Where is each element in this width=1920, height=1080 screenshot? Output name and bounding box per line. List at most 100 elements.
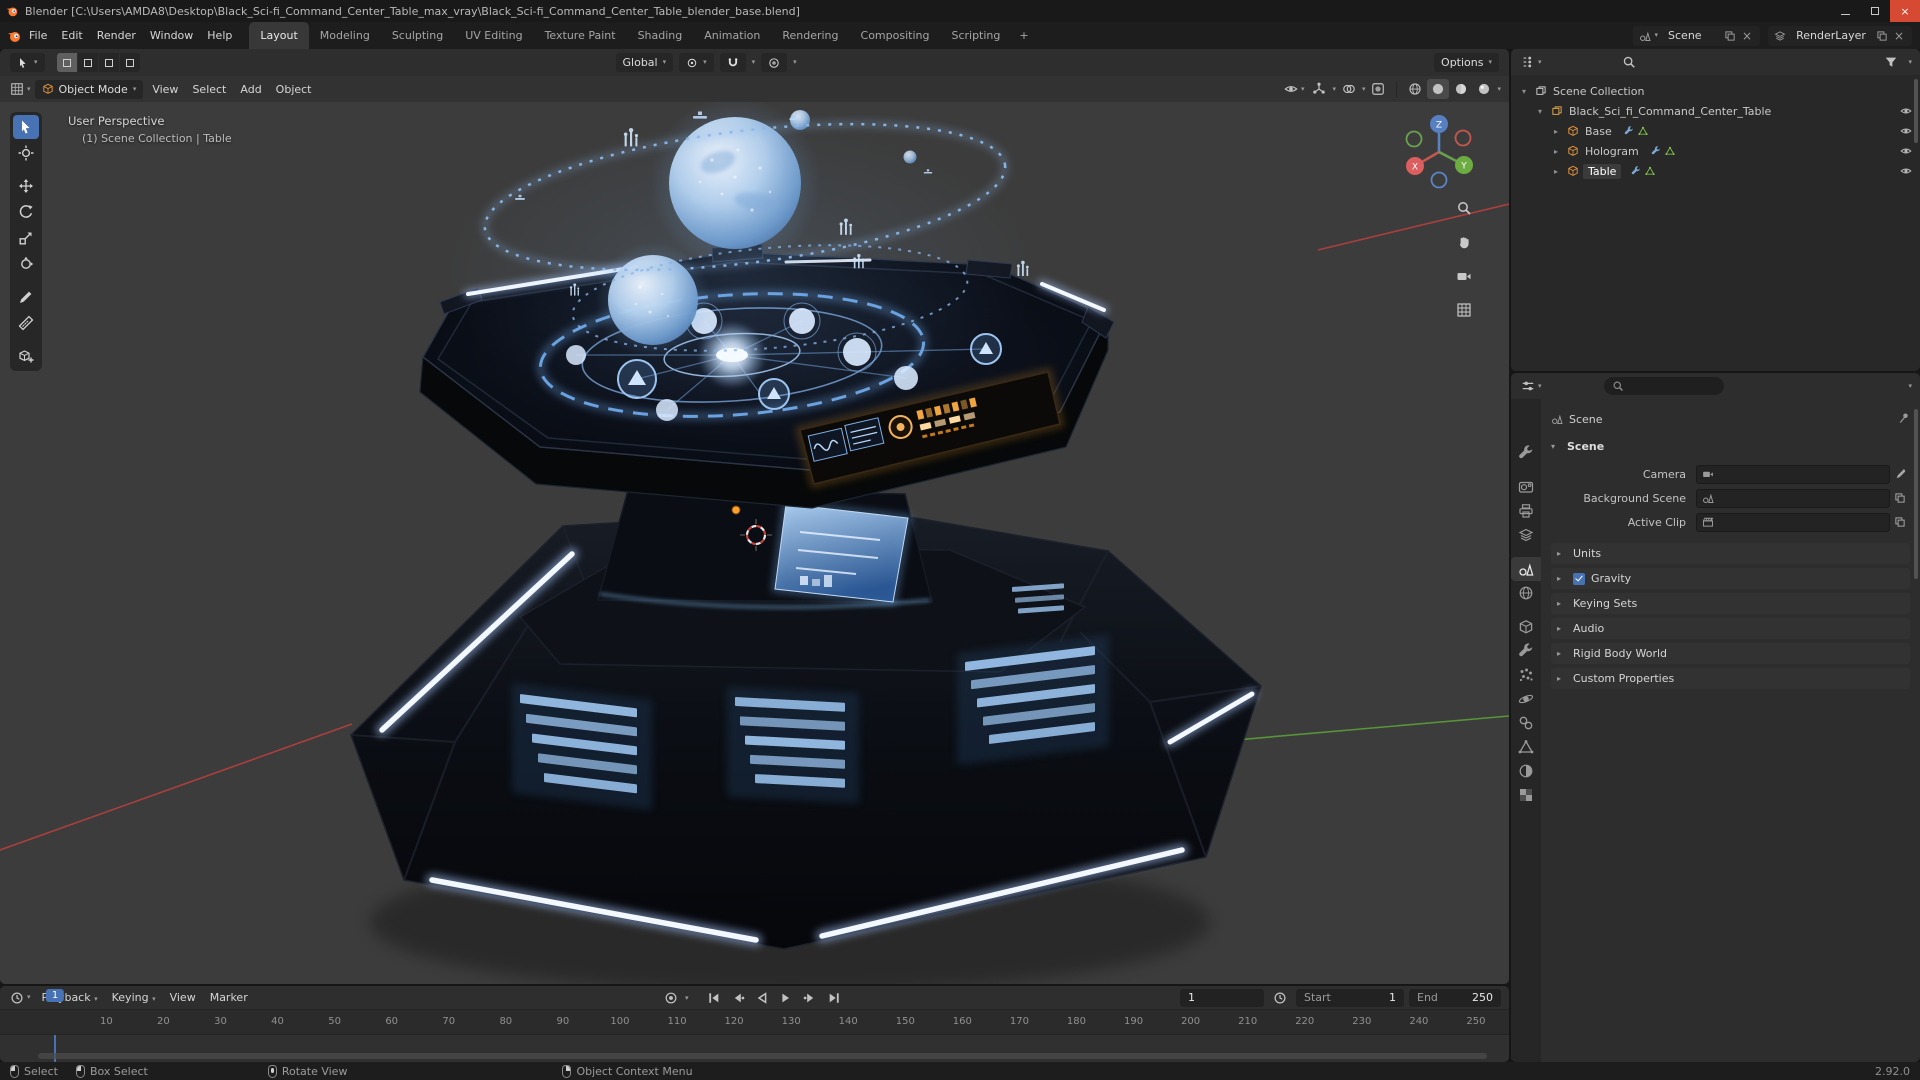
transport-button[interactable]: [799, 988, 821, 1008]
properties-options-dropdown[interactable]: ▾: [1908, 382, 1912, 390]
viewport-tool-button[interactable]: [13, 285, 39, 309]
proportional-edit-toggle[interactable]: [761, 53, 788, 72]
scene-name[interactable]: Scene: [1662, 29, 1720, 42]
visibility-eye-toggle[interactable]: [1900, 165, 1912, 177]
outliner-scrollbar[interactable]: [1914, 79, 1918, 143]
workspace-tab[interactable]: Compositing: [850, 22, 941, 49]
axis-neg-x[interactable]: [1454, 129, 1472, 147]
properties-tab[interactable]: [1511, 475, 1541, 499]
playhead-marker[interactable]: 1: [45, 989, 65, 1002]
properties-tab[interactable]: [1511, 441, 1541, 465]
outliner-item-label[interactable]: Base: [1583, 125, 1614, 138]
axis-neg-y[interactable]: [1405, 130, 1423, 148]
auto-keying-toggle[interactable]: [660, 988, 682, 1008]
viewport-menu-item[interactable]: Select: [185, 76, 233, 103]
outliner-row[interactable]: ▸ Hologram: [1511, 141, 1920, 161]
properties-tab[interactable]: [1511, 759, 1541, 783]
snap-toggle[interactable]: [719, 53, 746, 72]
viewport-canvas[interactable]: [0, 102, 1509, 984]
properties-tab[interactable]: [1511, 639, 1541, 663]
collapsed-panel[interactable]: ▸ Gravity: [1551, 568, 1910, 589]
menu-item[interactable]: Help: [200, 22, 239, 49]
shading-mode-button[interactable]: [1450, 79, 1472, 99]
pin-icon[interactable]: [1898, 412, 1910, 427]
properties-tab[interactable]: [1511, 499, 1541, 523]
outliner-filter-button[interactable]: [1880, 52, 1902, 72]
remove-view-layer-button[interactable]: ×: [1892, 29, 1906, 43]
outliner-editor-type-button[interactable]: ▾: [1519, 52, 1544, 72]
expand-caret[interactable]: ▾: [1533, 107, 1547, 116]
editor-type-button[interactable]: ▾: [8, 79, 33, 99]
expand-caret[interactable]: ▸: [1549, 147, 1563, 156]
transport-button[interactable]: [751, 988, 773, 1008]
collapsed-panel[interactable]: ▸ Units: [1551, 543, 1910, 564]
expand-caret[interactable]: ▸: [1549, 127, 1563, 136]
unlink-scene-button[interactable]: ×: [1740, 29, 1754, 43]
properties-tab[interactable]: [1511, 735, 1541, 759]
properties-tab[interactable]: [1511, 581, 1541, 605]
viewport-nav-button[interactable]: [1453, 232, 1475, 252]
collapsed-panel[interactable]: ▸ Audio: [1551, 618, 1910, 639]
outliner-filter-dropdown[interactable]: ▾: [1908, 58, 1912, 66]
workspace-tab[interactable]: Sculpting: [381, 22, 454, 49]
proportional-dropdown[interactable]: ▾: [793, 59, 797, 66]
properties-tab[interactable]: [1511, 615, 1541, 639]
preview-range-toggle[interactable]: [1269, 988, 1291, 1008]
select-mode-intersect[interactable]: [119, 53, 140, 72]
outliner-row[interactable]: ▾ Black_Sci_fi_Command_Center_Table: [1511, 101, 1920, 121]
viewport-nav-button[interactable]: [1453, 266, 1475, 286]
minimize-button[interactable]: [1830, 0, 1860, 22]
transport-button[interactable]: [703, 988, 725, 1008]
snap-dropdown[interactable]: ▾: [752, 59, 756, 66]
frame-start-field[interactable]: Start 1: [1296, 988, 1404, 1007]
workspace-tab[interactable]: Texture Paint: [534, 22, 627, 49]
properties-editor-type-button[interactable]: ▾: [1519, 376, 1544, 396]
timeline-menu-item[interactable]: Marker: [203, 986, 255, 1011]
collapsed-panel[interactable]: ▸ Keying Sets: [1551, 593, 1910, 614]
view-layer-selector[interactable]: RenderLayer ×: [1768, 25, 1912, 46]
menu-item[interactable]: File: [22, 22, 54, 49]
viewport-nav-button[interactable]: [1453, 198, 1475, 218]
shading-mode-button[interactable]: [1427, 79, 1450, 99]
outliner-item-label[interactable]: Table: [1583, 163, 1622, 179]
timeline-editor-type-button[interactable]: ▾: [8, 988, 33, 1008]
gizmo-dropdown[interactable]: ▾: [1332, 85, 1336, 93]
keying-dropdown[interactable]: ▾: [685, 994, 689, 1002]
new-datablock-button[interactable]: [1890, 516, 1910, 528]
show-gizmo-toggle[interactable]: [1308, 79, 1330, 99]
properties-tab[interactable]: [1511, 557, 1541, 581]
workspace-tab[interactable]: Layout: [249, 22, 309, 49]
outliner-row[interactable]: ▾ Scene Collection: [1511, 81, 1920, 101]
timeline-menu-item[interactable]: View: [163, 986, 203, 1011]
current-frame-field[interactable]: 1: [1180, 988, 1264, 1007]
viewport-tool-button[interactable]: [13, 174, 39, 198]
xray-toggle[interactable]: [1367, 79, 1389, 99]
menu-item[interactable]: Window: [143, 22, 200, 49]
timeline-track[interactable]: [0, 1034, 1509, 1062]
timeline-ruler[interactable]: 10 20 30 40 50 60 70 80 90 100 110 120 130 140 150 160 1…: [0, 1009, 1509, 1034]
viewport-tool-button[interactable]: [13, 311, 39, 335]
outliner-item-label[interactable]: Hologram: [1583, 145, 1641, 158]
outliner-search-button[interactable]: [1618, 52, 1640, 72]
property-value-field[interactable]: [1696, 488, 1890, 508]
workspace-tab[interactable]: Rendering: [771, 22, 849, 49]
viewport-tool-button[interactable]: [13, 200, 39, 224]
viewport-3d[interactable]: User Perspective (1) Scene Collection | …: [0, 102, 1509, 984]
viewport-tool-button[interactable]: [13, 226, 39, 250]
eyedropper-icon[interactable]: [1890, 468, 1910, 480]
outliner-item-label[interactable]: Black_Sci_fi_Command_Center_Table: [1567, 105, 1773, 118]
timeline-scrollbar[interactable]: [38, 1053, 1487, 1059]
visibility-eye-toggle[interactable]: [1900, 145, 1912, 157]
properties-scrollbar[interactable]: [1914, 409, 1918, 579]
viewport-tool-button[interactable]: [13, 344, 39, 368]
property-value-field[interactable]: [1696, 464, 1890, 484]
properties-tab[interactable]: [1511, 783, 1541, 807]
menu-item[interactable]: Edit: [54, 22, 89, 49]
workspace-tab[interactable]: Modeling: [309, 22, 381, 49]
timeline-menu-item[interactable]: Keying ▾: [105, 986, 163, 1011]
show-overlays-toggle[interactable]: [1338, 79, 1360, 99]
viewport-tool-button[interactable]: [13, 141, 39, 165]
properties-tab[interactable]: [1511, 523, 1541, 547]
workspace-tab[interactable]: Shading: [627, 22, 694, 49]
transport-button[interactable]: [823, 988, 845, 1008]
